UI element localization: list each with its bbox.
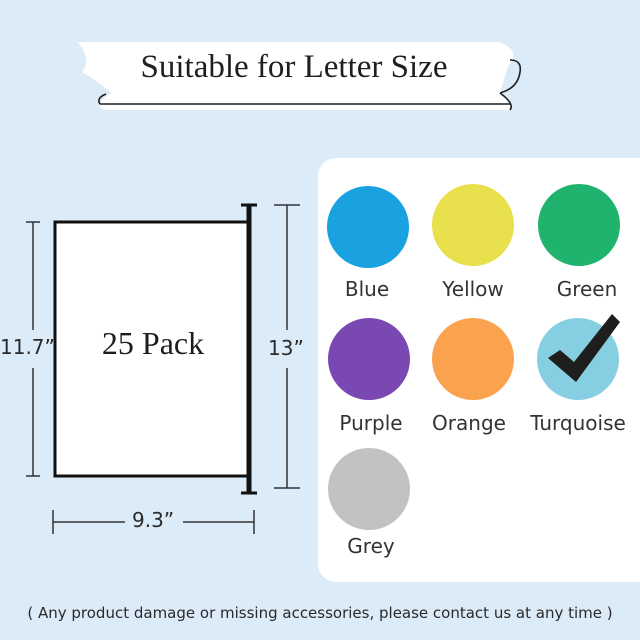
swatch-blue[interactable] bbox=[327, 186, 409, 268]
size-diagram bbox=[26, 203, 300, 534]
swatch-green[interactable] bbox=[538, 184, 620, 266]
swatch-label-grey: Grey bbox=[347, 534, 395, 558]
swatch-label-green: Green bbox=[556, 277, 618, 301]
pack-count-label: 25 Pack bbox=[101, 324, 205, 361]
checkmark-icon bbox=[548, 314, 620, 382]
swatch-grey[interactable] bbox=[328, 448, 410, 530]
height-dimension: 11.7” bbox=[0, 335, 55, 359]
swatch-label-turquoise: Turquoise bbox=[530, 411, 626, 435]
width-dimension: 9.3” bbox=[132, 508, 175, 532]
swatch-purple[interactable] bbox=[328, 318, 410, 400]
swatch-yellow[interactable] bbox=[432, 184, 514, 266]
swatch-label-yellow: Yellow bbox=[442, 277, 504, 301]
footer-note: ( Any product damage or missing accessor… bbox=[27, 604, 613, 622]
hanger-height-dimension: 13” bbox=[268, 336, 304, 360]
banner-title: Suitable for Letter Size bbox=[140, 48, 448, 85]
swatch-orange[interactable] bbox=[432, 318, 514, 400]
